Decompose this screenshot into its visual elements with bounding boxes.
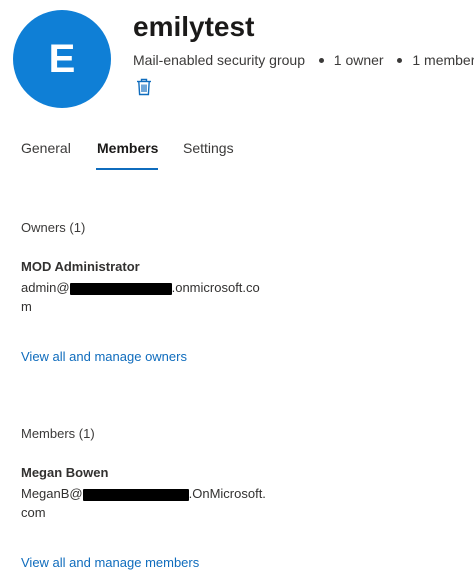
owner-email-prefix: admin@ [21,280,70,295]
manage-owners-link[interactable]: View all and manage owners [21,349,187,364]
separator-dot [397,57,403,63]
owners-heading: Owners (1) [21,220,86,235]
redacted-block [69,282,172,295]
member-name: Megan Bowen [21,465,109,480]
redacted-block [82,488,189,501]
delete-group-button[interactable] [136,78,152,96]
avatar-initial: E [48,36,76,81]
manage-members-link[interactable]: View all and manage members [21,555,199,570]
owners-count: 1 owner [333,52,384,68]
group-name: emilytest [133,11,255,42]
separator-dot [318,57,324,63]
tab-members[interactable]: Members [97,140,158,156]
members-count: 1 member [412,52,474,68]
owner-email: admin@ .onmicrosoft.com [21,278,266,316]
tab-general[interactable]: General [21,140,71,156]
active-tab-indicator [96,168,158,170]
group-avatar: E [13,10,111,108]
tab-settings[interactable]: Settings [183,140,234,156]
member-email-prefix: MeganB@ [21,486,83,501]
group-subtitle: Mail-enabled security group 1 owner 1 me… [133,52,474,68]
members-heading: Members (1) [21,426,95,441]
owner-name: MOD Administrator [21,259,140,274]
member-email: MeganB@ .OnMicrosoft.com [21,484,266,522]
group-type: Mail-enabled security group [133,52,305,68]
trash-icon [137,78,151,96]
